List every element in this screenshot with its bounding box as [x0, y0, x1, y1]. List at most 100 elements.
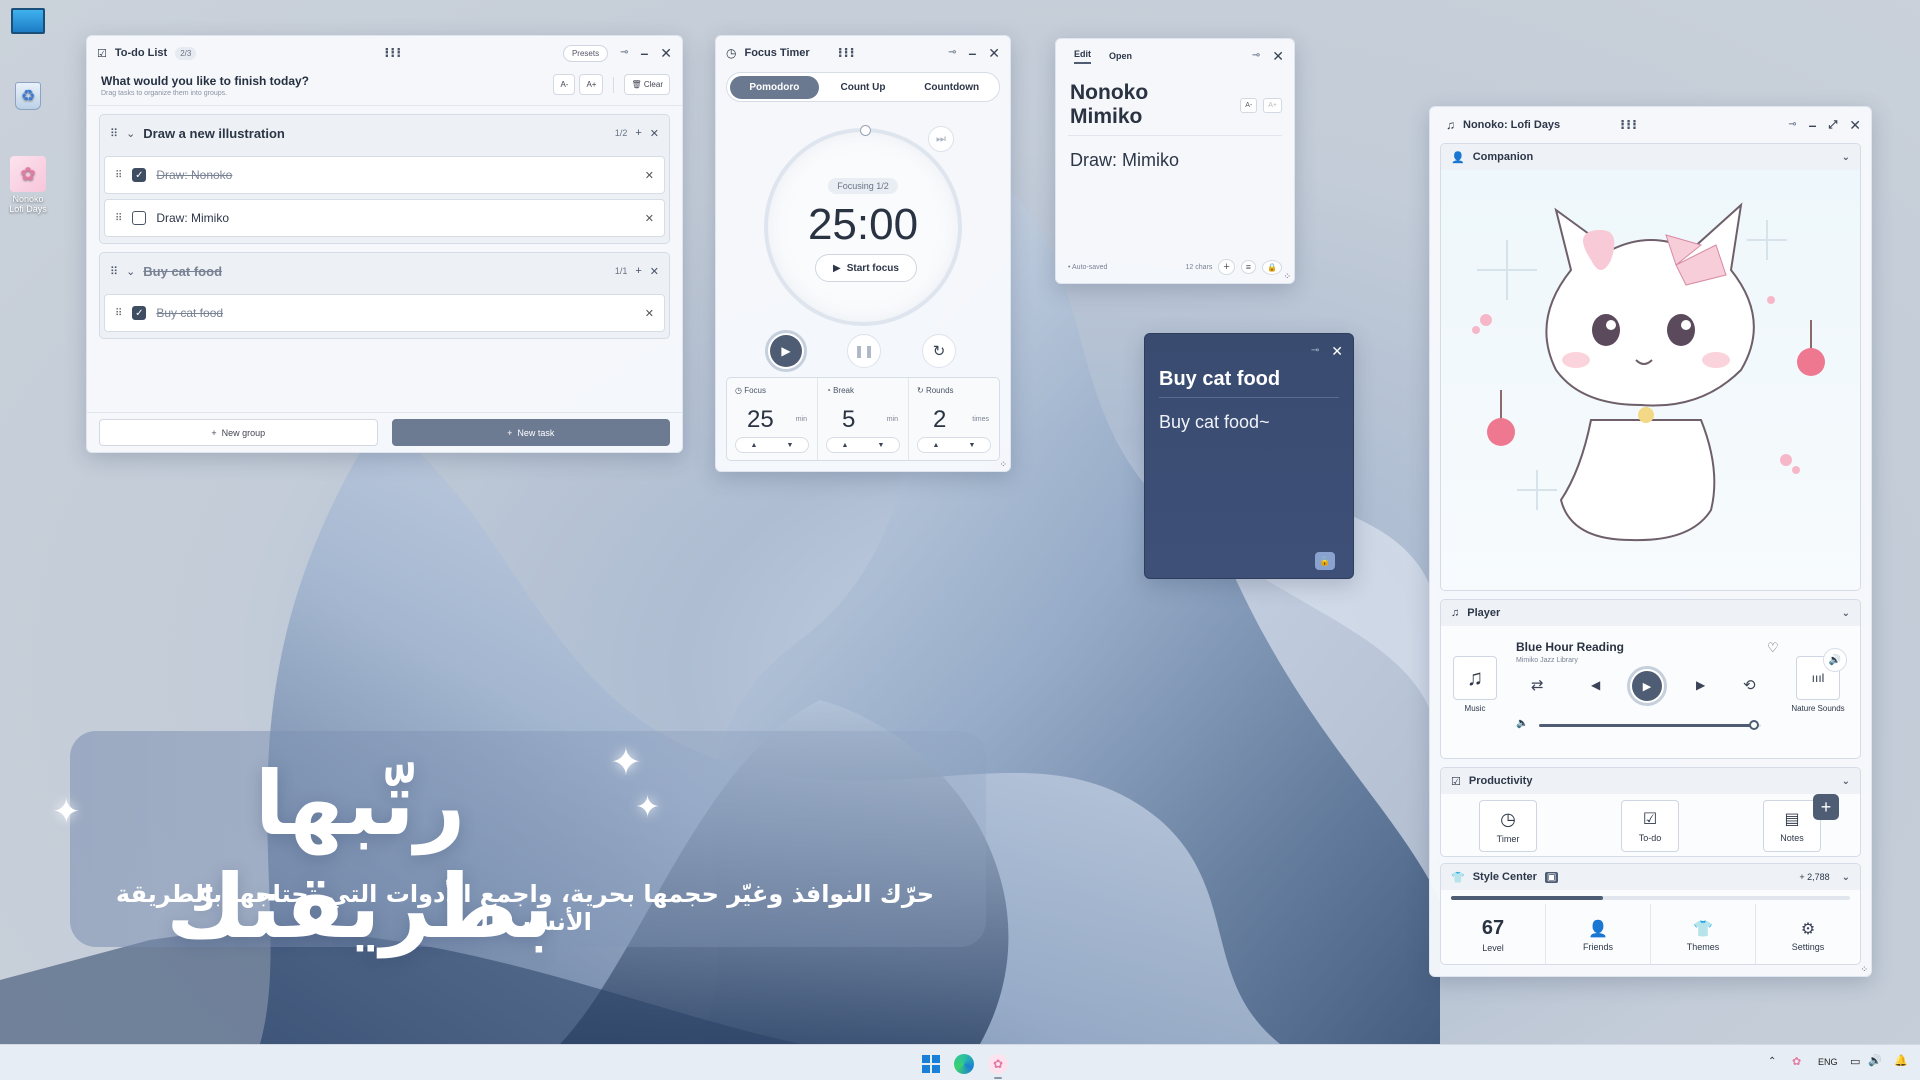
timer-tool-button[interactable]: ◷ Timer — [1479, 800, 1537, 852]
font-decrease-button[interactable]: A- — [1240, 97, 1258, 113]
minimize-button[interactable]: – — [968, 46, 976, 60]
todo-tool-button[interactable]: ☑ To-do — [1621, 800, 1679, 852]
tray-app-icon[interactable]: ✿ — [1792, 1055, 1801, 1068]
note-title[interactable]: Nonoko Mimiko — [1070, 81, 1226, 129]
settings-button[interactable]: ⚙ Settings — [1756, 904, 1860, 964]
focus-stepper[interactable]: ▲ ▼ — [735, 437, 809, 453]
drag-grip-icon[interactable]: ⁝⁝⁝ — [1620, 117, 1638, 133]
add-note-icon[interactable]: + — [1218, 259, 1235, 275]
task-item[interactable]: ⠿ Draw: Mimiko ✕ — [104, 199, 665, 237]
productivity-header[interactable]: ☑ Productivity ⌄ — [1441, 768, 1860, 794]
drag-grip-icon[interactable]: ⁝⁝⁝ — [838, 45, 856, 61]
previous-icon[interactable]: ◀ — [1591, 678, 1600, 692]
task-group[interactable]: ⠿ ⌄ Draw a new illustration 1/2 + ✕ ⠿ ✓ … — [99, 114, 670, 244]
mode-count-up[interactable]: Count Up — [819, 76, 908, 99]
font-increase-button[interactable]: A+ — [1263, 97, 1283, 113]
task-checkbox[interactable]: ✓ — [132, 306, 147, 320]
drag-handle-icon[interactable]: ⠿ — [115, 213, 122, 224]
bell-icon[interactable]: 🔔 — [1894, 1054, 1908, 1067]
windows-start-icon[interactable] — [922, 1055, 940, 1073]
drag-handle-icon[interactable]: ⠿ — [115, 308, 122, 319]
increment-icon[interactable]: ▲ — [751, 442, 758, 449]
level-display[interactable]: 67 Level — [1441, 904, 1546, 964]
minimize-button[interactable]: – — [640, 46, 648, 60]
break-stepper[interactable]: ▲ ▼ — [826, 437, 900, 453]
notes-titlebar[interactable]: Edit Open ⊸ ✕ — [1056, 39, 1294, 73]
repeat-icon[interactable]: ⟲ — [1743, 676, 1756, 694]
presets-button[interactable]: Presets — [562, 44, 609, 62]
tab-edit[interactable]: Edit — [1074, 49, 1091, 64]
decrement-icon[interactable]: ▼ — [878, 442, 885, 449]
edge-browser-icon[interactable] — [954, 1054, 974, 1074]
sticky-body[interactable]: Buy cat food~ — [1159, 412, 1339, 433]
friends-button[interactable]: 👤 Friends — [1546, 904, 1651, 964]
lofi-titlebar[interactable]: ♫ Nonoko: Lofi Days ⁝⁝⁝ ⊸ – ⤢ ✕ — [1430, 107, 1871, 143]
volume-slider[interactable] — [1539, 720, 1761, 730]
gift-icon[interactable]: ▣ — [1544, 871, 1559, 883]
close-button[interactable]: ✕ — [660, 46, 672, 60]
tray-chevron-icon[interactable]: ⌃ — [1768, 1056, 1776, 1067]
nonoko-app-icon[interactable]: ✿ — [988, 1054, 1008, 1074]
nonoko-lofi-days-shortcut[interactable]: ✿ Nonoko Lofi Days — [8, 156, 48, 214]
chevron-down-icon[interactable]: ⌄ — [1842, 872, 1850, 883]
task-checkbox[interactable] — [132, 211, 147, 225]
heart-icon[interactable]: ♡ — [1767, 640, 1779, 656]
close-button[interactable]: ✕ — [1272, 49, 1284, 63]
increment-icon[interactable]: ▲ — [842, 442, 849, 449]
timer-titlebar[interactable]: ◷ Focus Timer ⁝⁝⁝ ⊸ – ✕ — [716, 36, 1010, 70]
add-task-icon[interactable]: + — [635, 265, 641, 277]
decrement-icon[interactable]: ▼ — [969, 442, 976, 449]
list-icon[interactable]: ≡ — [1240, 260, 1257, 274]
resize-grip-icon[interactable]: ⁘ — [1860, 964, 1868, 975]
volume-icon[interactable]: 🔊 — [1868, 1054, 1882, 1067]
pin-icon[interactable]: ⊸ — [1252, 51, 1260, 61]
drag-handle-icon[interactable]: ⠿ — [115, 170, 122, 181]
font-increase-button[interactable]: A+ — [579, 74, 604, 95]
pin-icon[interactable]: ⊸ — [948, 48, 956, 58]
delete-task-icon[interactable]: ✕ — [645, 169, 654, 182]
drag-handle-icon[interactable]: ⠿ — [110, 127, 118, 140]
chevron-down-icon[interactable]: ⌄ — [126, 127, 135, 140]
expand-icon[interactable]: ⤢ — [1828, 119, 1837, 131]
themes-button[interactable]: 👕 Themes — [1651, 904, 1756, 964]
reset-button[interactable]: ↻ — [922, 334, 956, 368]
add-task-icon[interactable]: + — [635, 127, 641, 139]
new-task-button[interactable]: + New task — [391, 419, 670, 446]
pin-icon[interactable]: ⊸ — [620, 48, 628, 58]
pause-button[interactable]: ❚❚ — [847, 334, 881, 368]
task-item[interactable]: ⠿ ✓ Draw: Nonoko ✕ — [104, 156, 665, 194]
player-header[interactable]: ♫ Player ⌄ — [1441, 600, 1860, 626]
mode-countdown[interactable]: Countdown — [907, 76, 996, 99]
recycle-bin-icon[interactable]: ♻ — [8, 82, 48, 110]
font-decrease-button[interactable]: A- — [553, 74, 576, 95]
start-focus-button[interactable]: ▶ Start focus — [815, 254, 917, 282]
language-indicator[interactable]: ENG — [1818, 1057, 1838, 1067]
resize-grip-icon[interactable]: ⁘ — [999, 459, 1007, 470]
note-body[interactable]: Draw: Mimiko — [1070, 150, 1280, 171]
companion-header[interactable]: 👤 Companion ⌄ — [1441, 144, 1860, 170]
skip-icon[interactable]: ⏭ — [928, 126, 954, 152]
lock-icon[interactable]: 🔒 — [1262, 259, 1282, 275]
play-button[interactable]: ▶ — [1627, 666, 1667, 706]
volume-knob[interactable] — [1749, 720, 1760, 730]
task-item[interactable]: ⠿ ✓ Buy cat food ✕ — [104, 294, 665, 332]
chevron-down-icon[interactable]: ⌄ — [1842, 776, 1850, 787]
chevron-down-icon[interactable]: ⌄ — [1842, 152, 1850, 163]
pin-icon[interactable]: ⊸ — [1311, 346, 1319, 356]
mode-pomodoro[interactable]: Pomodoro — [730, 75, 819, 99]
play-button[interactable]: ▶ — [765, 330, 807, 372]
todo-titlebar[interactable]: ☑ To-do List 2/3 ⁝⁝⁝ Presets ⊸ – ✕ — [87, 36, 682, 70]
increment-icon[interactable]: ▲ — [933, 442, 940, 449]
task-checkbox[interactable]: ✓ — [132, 168, 147, 182]
close-button[interactable]: ✕ — [988, 46, 1000, 60]
drag-grip-icon[interactable]: ⁝⁝⁝ — [384, 45, 402, 61]
delete-task-icon[interactable]: ✕ — [645, 307, 654, 320]
add-tool-button[interactable]: + — [1813, 794, 1839, 820]
close-button[interactable]: ✕ — [1331, 344, 1343, 358]
sticky-title[interactable]: Buy cat food — [1159, 368, 1339, 398]
delete-task-icon[interactable]: ✕ — [645, 212, 654, 225]
chevron-down-icon[interactable]: ⌄ — [126, 265, 135, 278]
delete-group-icon[interactable]: ✕ — [650, 265, 659, 278]
resize-grip-icon[interactable]: ⁘ — [1283, 271, 1291, 282]
minimize-button[interactable]: – — [1809, 118, 1817, 132]
